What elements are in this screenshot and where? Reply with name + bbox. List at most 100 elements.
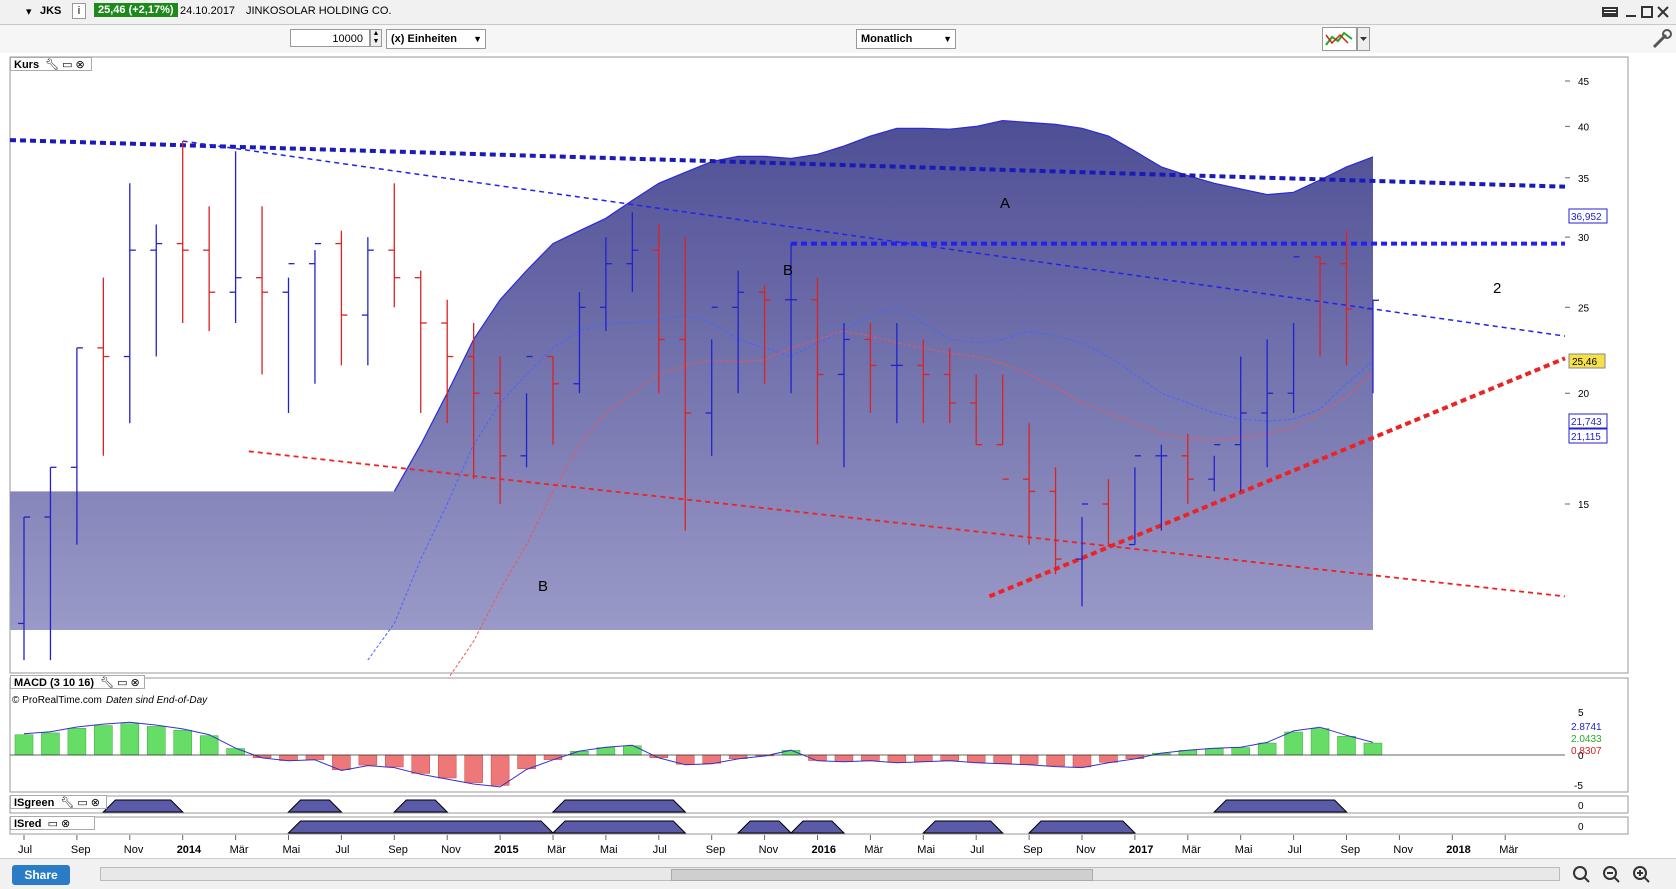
macd-bar [464,754,483,783]
time-axis: Jul Sep Nov 2014 Mär Mai Jul Sep Nov 2015 Mär Mai Ju… [18,835,1518,856]
time-tick-label: Jul [335,844,349,856]
macd-value-2: 2.0433 [1571,734,1602,745]
wrench-icon[interactable]: 🔧︎ [100,676,114,690]
time-tick-label: Sep [1341,844,1361,856]
time-tick-label: Mai [283,844,301,856]
macd-bar [623,745,642,756]
symbol-label[interactable]: JKS [40,5,61,17]
zoom-in-icon[interactable] [1633,866,1650,883]
minimize-icon[interactable] [1626,15,1636,17]
wrench-icon[interactable]: 🔧︎ [45,58,59,72]
macd-bar [914,754,933,762]
macd-value-3: 0.8307 [1571,746,1602,757]
macd-bar [490,754,510,786]
macd-bar [14,734,34,756]
upper-band-value: 36,952 [1571,212,1602,223]
time-tick-label: Mär [864,844,883,856]
time-tick-label: 2017 [1129,844,1153,856]
tools-icon[interactable] [1650,27,1672,51]
macd-panel [9,677,1629,793]
window-icon[interactable]: ▭ [62,58,72,72]
time-tick-label: Sep [71,844,91,856]
time-tick-label: Nov [1076,844,1096,856]
zoom-out-icon[interactable] [1603,866,1620,883]
macd-bar [1205,748,1224,756]
time-scrollbar[interactable] [100,867,1560,881]
isgreen-signal [1213,799,1348,813]
units-select[interactable]: (x) Einheiten ▼ [386,29,486,49]
last-price-value: 25,46 [1572,357,1597,368]
isgreen-panel-header: ISgreen 🔧︎ ▭ ⊗ [10,795,107,809]
time-tick-label: 2015 [494,844,518,856]
macd-bar [411,754,430,774]
macd-bar [173,729,192,756]
chart-type-button[interactable] [1322,27,1370,51]
macd-bar [358,754,378,766]
macd-bar [305,754,325,760]
macd-bar [861,754,880,761]
scrollbar-thumb[interactable] [671,869,1093,881]
keyboard-icon[interactable] [1602,7,1618,17]
macd-bar [437,754,457,779]
time-tick-label: Nov [441,844,461,856]
time-tick-label: Jul [653,844,667,856]
annotation-a: A [1000,195,1010,212]
ma-slow-value: 21,115 [1571,432,1601,443]
time-tick-label: Jul [970,844,984,856]
price-tick: 30 [1578,233,1590,244]
ma-fast-value: 21,743 [1571,417,1602,428]
time-tick-label: Mär [1499,844,1518,856]
macd-bar [1046,754,1065,767]
chevron-down-icon: ▼ [473,34,482,44]
macd-bar [993,754,1012,764]
time-tick-label: Mai [600,844,618,856]
close-icon[interactable]: ⊗ [91,796,100,810]
quantity-stepper[interactable]: ▲ ▼ [370,29,382,47]
isred-signal [922,820,1004,834]
window-icon[interactable]: ▭ [117,676,127,690]
close-icon[interactable]: ⊗ [131,676,140,690]
time-tick-label: Jul [18,844,32,856]
quantity-input[interactable]: 10000 [290,29,370,47]
macd-bar [1072,754,1092,768]
time-tick-label: Mai [1235,844,1253,856]
wrench-icon[interactable]: 🔧︎ [60,796,74,810]
close-icon[interactable]: ⊗ [61,817,70,831]
macd-bar [1125,754,1145,759]
period-select[interactable]: Monatlich ▼ [856,29,956,49]
macd-bar [94,725,113,756]
chart-area[interactable]: Jul Sep Nov 2014 Mär Mai Jul Sep Nov 2015 Mär Mai Ju… [0,56,1676,858]
window-icon[interactable]: ▭ [77,796,87,810]
annotation-2: 2 [1493,280,1501,297]
macd-bar [1310,728,1330,756]
share-button[interactable]: Share [12,865,70,885]
close-icon[interactable] [1657,6,1669,18]
zoom-controls [1573,866,1650,883]
time-tick-label: 2014 [177,844,202,856]
macd-panel-header: MACD (3 10 16) 🔧︎ ▭ ⊗ [10,675,145,689]
eod-note: Daten sind End-of-Day [106,695,208,706]
macd-bar [966,754,986,763]
maximize-icon[interactable] [1641,6,1653,18]
zoom-fit-icon[interactable] [1573,866,1590,883]
annotation-b-bottom: B [538,578,548,595]
isgreen-panel [9,795,1629,814]
macd-bar [1257,742,1277,756]
isred-tick: 0 [1578,822,1584,833]
isred-panel-header: ISred ▭ ⊗ [10,816,95,830]
close-icon[interactable]: ⊗ [76,58,85,72]
time-tick-label: Jul [1288,844,1302,856]
macd-bar [41,732,60,756]
macd-bar [120,723,140,756]
symbol-dropdown-icon[interactable]: ▾ [26,5,32,18]
macd-bar [199,735,219,756]
info-icon[interactable]: i [72,3,86,19]
macd-tick: 5 [1578,708,1584,719]
macd-bar [834,754,854,762]
period-select-label: Monatlich [861,33,913,45]
price-tick: 45 [1578,77,1590,88]
macd-tick: -5 [1574,781,1583,792]
window-icon[interactable]: ▭ [48,817,58,831]
price-tick: 25 [1578,303,1590,314]
macd-bar [1019,754,1039,765]
